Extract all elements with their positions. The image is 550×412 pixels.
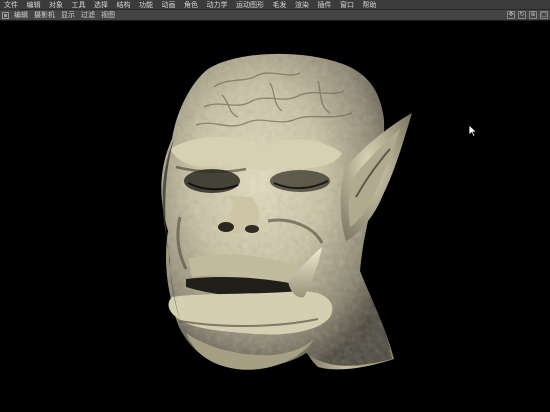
move-view-icon[interactable]: ✥	[507, 11, 515, 19]
3d-viewport[interactable]	[0, 21, 550, 412]
view-menu-edit[interactable]: 编辑	[14, 10, 28, 21]
menu-help[interactable]: 帮助	[363, 0, 377, 10]
menu-hair[interactable]: 毛发	[273, 0, 287, 10]
menu-bar: 文件 编辑 对象 工具 选择 结构 功能 动画 角色 动力学 运动图形 毛发 渲…	[0, 0, 550, 10]
view-menu-view[interactable]: 视图	[101, 10, 115, 21]
menu-animation[interactable]: 动画	[162, 0, 176, 10]
view-navigation-icons: ✥ ↻ ⊕ □	[507, 11, 548, 19]
menu-plugins[interactable]: 插件	[318, 0, 332, 10]
menu-object[interactable]: 对象	[49, 0, 63, 10]
maximize-view-icon[interactable]: □	[540, 11, 548, 19]
menu-dynamics[interactable]: 动力学	[207, 0, 228, 10]
view-menu-camera[interactable]: 摄影机	[34, 10, 55, 21]
menu-tools[interactable]: 工具	[72, 0, 86, 10]
menu-window[interactable]: 窗口	[340, 0, 354, 10]
view-menu-filter[interactable]: 过滤	[81, 10, 95, 21]
zoom-view-icon[interactable]: ⊕	[529, 11, 537, 19]
viewport-icon[interactable]	[2, 11, 9, 19]
mouse-cursor-icon	[468, 124, 478, 138]
menu-select[interactable]: 选择	[94, 0, 108, 10]
menu-character[interactable]: 角色	[184, 0, 198, 10]
menu-edit[interactable]: 编辑	[27, 0, 41, 10]
menu-file[interactable]: 文件	[4, 0, 18, 10]
menu-structure[interactable]: 结构	[117, 0, 131, 10]
menu-mograph[interactable]: 运动图形	[236, 0, 264, 10]
menu-render[interactable]: 渲染	[295, 0, 309, 10]
orc-head-model	[161, 53, 412, 370]
menu-functions[interactable]: 功能	[139, 0, 153, 10]
viewport-menu-bar: 编辑 摄影机 显示 过滤 视图 ✥ ↻ ⊕ □	[0, 10, 550, 21]
rotate-view-icon[interactable]: ↻	[518, 11, 526, 19]
view-menu-display[interactable]: 显示	[61, 10, 75, 21]
